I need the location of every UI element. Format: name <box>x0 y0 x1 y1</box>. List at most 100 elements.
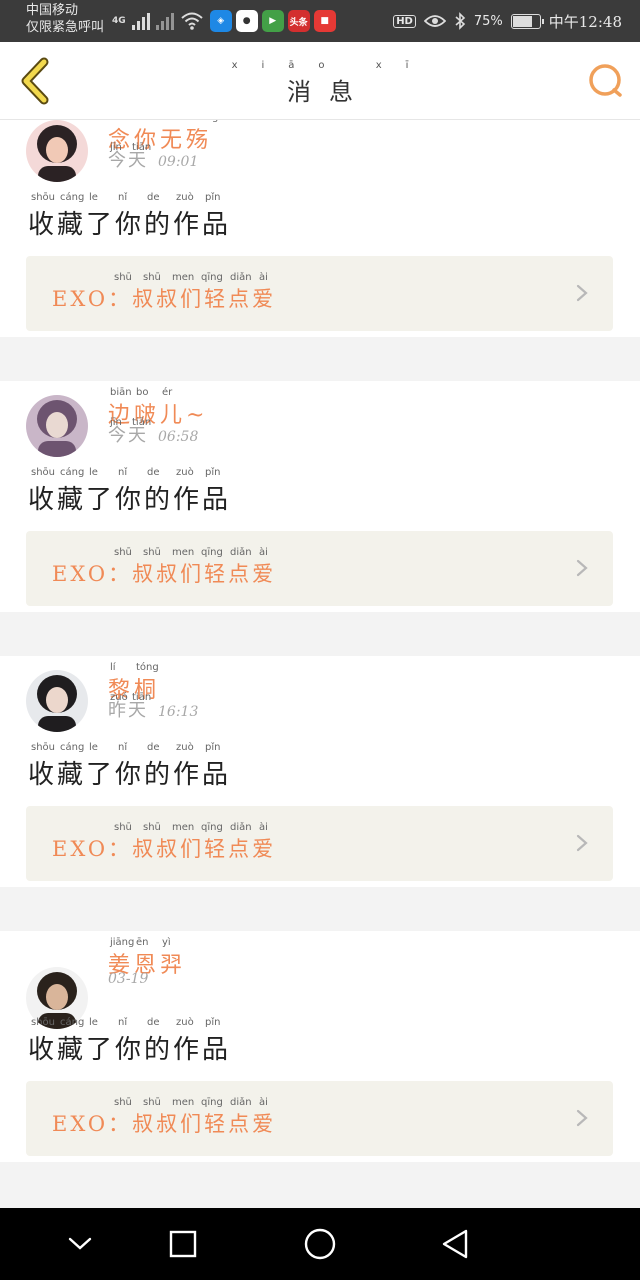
pinyin-annotation: niàn <box>110 120 132 123</box>
page-title: 消息 <box>287 78 371 106</box>
clock: 中午12:48 <box>548 12 622 31</box>
work-link[interactable]: EXO：叔叔们轻点爱 shū shū men qīng diǎn ài <box>26 531 613 606</box>
pinyin-annotation: de <box>147 192 160 203</box>
pinyin-annotation: nǐ <box>118 1017 128 1028</box>
pinyin-annotation: tóng <box>136 662 159 673</box>
pinyin-annotation: ài <box>259 822 268 833</box>
chevron-right-icon <box>575 283 589 303</box>
pinyin-annotation: bo <box>136 387 149 398</box>
message-card[interactable]: 姜恩羿 jiāng ēn yì 03-19 收藏了你的作品 shōu cáng le nǐ de zu… <box>0 931 640 1162</box>
system-nav-bar <box>0 1208 640 1280</box>
recents-square-icon <box>169 1230 197 1258</box>
activity-text: 收藏了你的作品 <box>28 210 232 240</box>
work-link[interactable]: EXO：叔叔们轻点爱 shū shū men qīng diǎn ài <box>26 256 613 331</box>
timestamp: 今天 09:01 <box>108 146 198 172</box>
pinyin-annotation: de <box>147 467 160 478</box>
page-title-pinyin: xiāo xī <box>231 60 433 71</box>
pinyin-annotation: le <box>89 467 98 478</box>
pinyin-annotation: men <box>172 547 195 558</box>
carrier-info: 中国移动 仅限紧急呼叫 <box>26 2 104 36</box>
status-icons-right: HD 75% 中午12:48 <box>393 8 622 34</box>
timestamp-day: 今天 <box>108 150 148 171</box>
pinyin-annotation: men <box>172 822 195 833</box>
carrier-name: 中国移动 <box>26 3 79 18</box>
pinyin-annotation: diǎn <box>230 547 252 558</box>
wifi-icon <box>180 12 203 30</box>
message-card[interactable]: 边啵儿~ biān bo ér jīn tiān 今天 06:58 收藏了你的作品 shōu cán… <box>0 381 640 612</box>
avatar[interactable] <box>26 670 88 732</box>
pinyin-annotation: ér <box>162 387 173 398</box>
pinyin-annotation: shōu <box>31 467 56 478</box>
pinyin-annotation: zuò <box>176 1017 194 1028</box>
pinyin-annotation: shū <box>114 822 132 833</box>
pinyin-annotation: pǐn <box>205 192 221 203</box>
pinyin-annotation: qīng <box>201 822 223 833</box>
pinyin-annotation: nǐ <box>118 467 128 478</box>
pinyin-annotation: zuò <box>176 192 194 203</box>
timestamp: 今天 06:58 <box>108 421 198 447</box>
pinyin-annotation: ài <box>259 272 268 283</box>
shield-app-icon: ◈ <box>209 10 232 32</box>
top-bar: xiāo xī 消息 <box>0 42 640 120</box>
hd-badge: HD <box>393 14 416 28</box>
search-button[interactable] <box>586 62 624 100</box>
pinyin-annotation: nǐ <box>118 192 128 203</box>
timestamp-day: 今天 <box>108 425 148 446</box>
nav-back-button[interactable] <box>438 1226 474 1262</box>
pinyin-annotation: shōu <box>31 1017 56 1028</box>
message-list[interactable]: 念你无殇niànnǐwúshāngjīntiān今天09:01收藏了你的作品sh… <box>0 120 640 1208</box>
timestamp-time: 16:13 <box>158 704 199 720</box>
pinyin-annotation: le <box>89 742 98 753</box>
work-title: EXO：叔叔们轻点爱 <box>52 837 277 861</box>
pinyin-annotation: shū <box>114 1097 132 1108</box>
pinyin-annotation: nǐ <box>118 742 128 753</box>
pinyin-annotation: qīng <box>201 547 223 558</box>
avatar[interactable] <box>26 395 88 457</box>
pinyin-annotation: ài <box>259 547 268 558</box>
nav-recents-button[interactable] <box>165 1226 201 1262</box>
work-link[interactable]: EXO：叔叔们轻点爱 shū shū men qīng diǎn ài <box>26 806 613 881</box>
activity-text: 收藏了你的作品 <box>28 485 232 515</box>
pinyin-annotation: qīng <box>201 272 223 283</box>
search-icon <box>589 64 622 97</box>
timestamp: 03-19 <box>108 971 148 987</box>
pinyin-annotation: cáng <box>60 742 85 753</box>
battery-level <box>512 15 533 27</box>
pinyin-annotation: le <box>89 192 98 203</box>
status-bar: 中国移动 仅限紧急呼叫 4G ◈ ● ▶ 头条 ■ HD 75% 中午12:48 <box>0 0 640 42</box>
nav-home-button[interactable] <box>302 1226 338 1262</box>
notification-icons: ◈ ● ▶ 头条 ■ <box>209 10 336 32</box>
back-triangle-icon <box>442 1229 468 1259</box>
pinyin-annotation: jiāng <box>110 937 135 948</box>
battery-icon <box>510 13 544 29</box>
pinyin-annotation: shū <box>143 1097 161 1108</box>
chevron-right-icon <box>575 558 589 578</box>
message-card[interactable]: 念你无殇niànnǐwúshāngjīntiān今天09:01收藏了你的作品sh… <box>0 120 640 337</box>
pinyin-annotation: men <box>172 1097 195 1108</box>
pinyin-annotation: shāng <box>188 120 218 123</box>
pinyin-annotation: diǎn <box>230 822 252 833</box>
avatar[interactable] <box>26 120 88 182</box>
pinyin-annotation: diǎn <box>230 272 252 283</box>
nav-collapse-button[interactable] <box>62 1226 98 1262</box>
pinyin-annotation: wú <box>162 120 177 123</box>
battery-percent: 75% <box>473 13 503 29</box>
pinyin-annotation: shōu <box>31 192 56 203</box>
timestamp: 昨天 16:13 <box>108 696 198 722</box>
eye-icon <box>423 15 446 27</box>
pinyin-annotation: de <box>147 742 160 753</box>
pinyin-annotation: cáng <box>60 467 85 478</box>
pinyin-annotation: ēn <box>136 937 149 948</box>
chevron-down-icon <box>68 1237 92 1250</box>
bag-app-icon: ■ <box>313 10 336 32</box>
pinyin-annotation: lí <box>110 662 116 673</box>
pinyin-annotation: zuò <box>176 467 194 478</box>
work-title: EXO：叔叔们轻点爱 <box>52 287 277 311</box>
work-link[interactable]: EXO：叔叔们轻点爱 shū shū men qīng diǎn ài <box>26 1081 613 1156</box>
message-card[interactable]: 黎桐 lí tóng zuó tiān 昨天 16:13 收藏了你的作品 shōu cáng le n… <box>0 656 640 887</box>
pinyin-annotation: pǐn <box>205 1017 221 1028</box>
status-icons-left: 4G ◈ ● ▶ 头条 ■ <box>112 8 336 34</box>
carrier-status: 仅限紧急呼叫 <box>26 20 105 35</box>
pinyin-annotation: le <box>89 1017 98 1028</box>
timestamp-time: 03-19 <box>108 971 149 987</box>
